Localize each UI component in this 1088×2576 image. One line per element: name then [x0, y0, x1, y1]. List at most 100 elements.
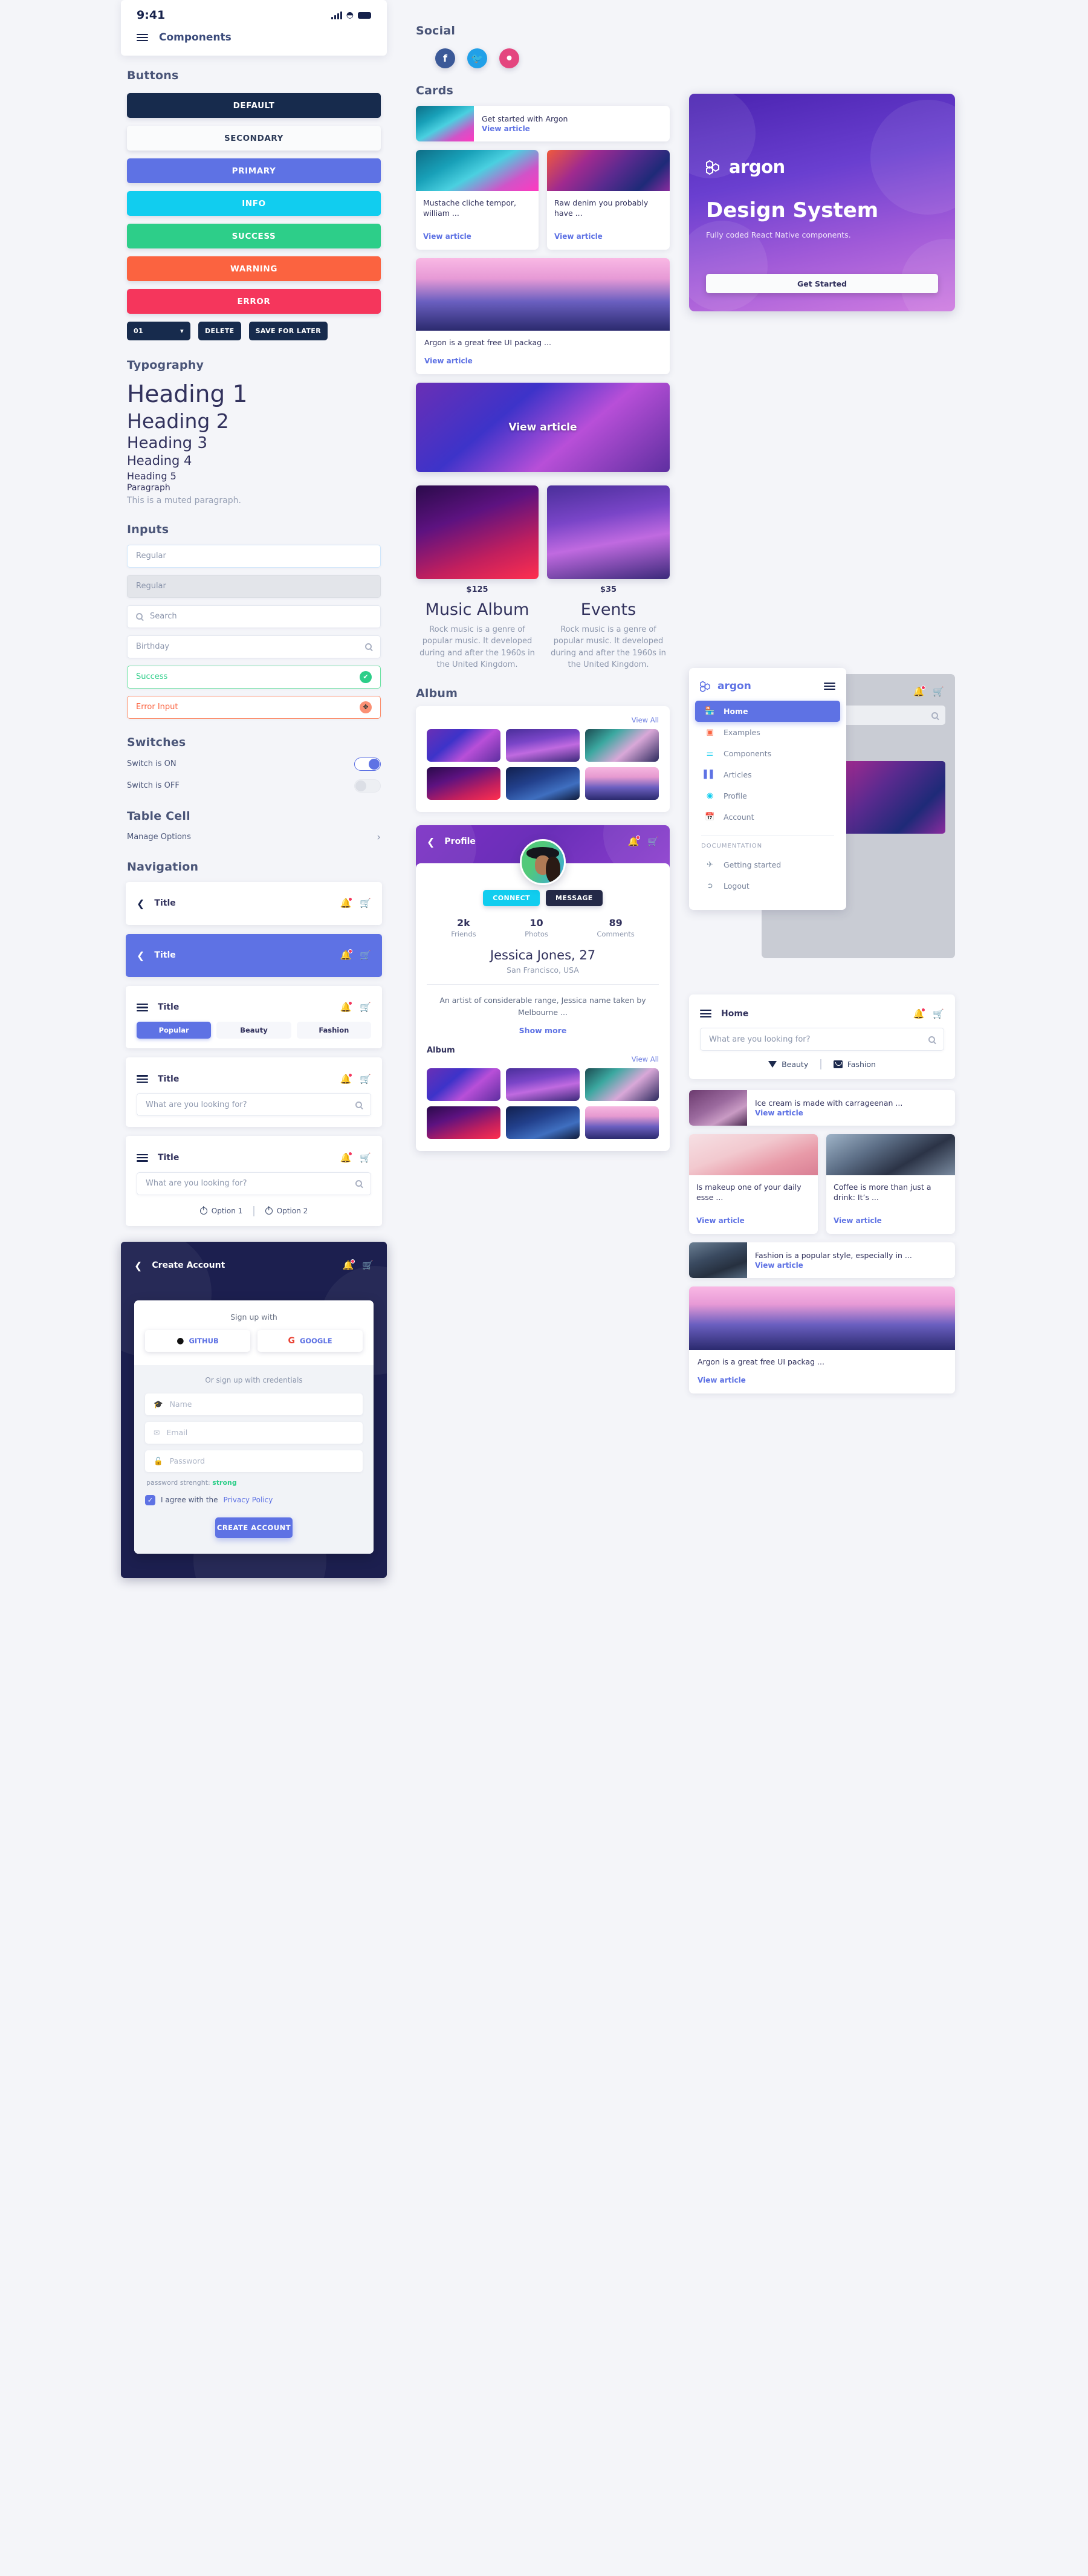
home-search-input[interactable]: What are you looking for?	[700, 1028, 944, 1051]
error-input[interactable]: Error Input ✥	[127, 695, 381, 719]
feed-card-ice-cream[interactable]: Ice cream is made with carrageenan ... V…	[689, 1090, 955, 1126]
switch-on-toggle[interactable]	[354, 757, 381, 771]
view-all-link[interactable]: View All	[632, 716, 659, 724]
album-tile[interactable]	[427, 767, 500, 800]
sidebar-item-articles[interactable]: ▌▌ Articles	[695, 764, 840, 785]
view-article-link[interactable]: View article	[696, 1216, 745, 1225]
bell-icon[interactable]: 🔔	[340, 897, 353, 909]
manage-options-row[interactable]: Manage Options ›	[121, 831, 387, 843]
card-raw-denim[interactable]: Raw denim you probably have ... View art…	[547, 149, 670, 250]
dribbble-button[interactable]: ⚫	[499, 48, 519, 68]
regular-input[interactable]: Regular	[127, 544, 381, 568]
back-icon[interactable]: ❮	[134, 1260, 142, 1271]
category-fashion[interactable]: Fashion	[833, 1060, 876, 1069]
privacy-policy-link[interactable]: Privacy Policy	[224, 1496, 273, 1504]
back-icon[interactable]: ❮	[137, 950, 144, 961]
tab-fashion[interactable]: Fashion	[296, 1022, 371, 1039]
album-tile[interactable]	[585, 1106, 659, 1139]
password-field[interactable]: 🔓 Password	[145, 1450, 363, 1472]
album-tile[interactable]	[506, 1068, 580, 1101]
bell-icon[interactable]: 🔔	[913, 686, 926, 697]
delete-button[interactable]: DELETE	[198, 322, 241, 340]
view-article-link[interactable]: View article	[698, 1376, 746, 1384]
album-tile[interactable]	[506, 1106, 580, 1139]
save-for-later-button[interactable]: SAVE FOR LATER	[248, 322, 328, 340]
basket-icon[interactable]: 🛒	[360, 1074, 371, 1085]
bell-icon[interactable]: 🔔	[340, 1072, 353, 1085]
basket-icon[interactable]: 🛒	[360, 1152, 371, 1163]
basket-icon[interactable]: 🛒	[362, 1260, 374, 1271]
card-get-started[interactable]: Get started with Argon View article	[416, 106, 670, 141]
basket-icon[interactable]: 🛒	[933, 686, 944, 697]
album-tile[interactable]	[585, 728, 659, 762]
tab-beauty[interactable]: Beauty	[216, 1022, 291, 1039]
view-article-link[interactable]: View article	[755, 1261, 947, 1270]
album-tile[interactable]	[585, 1068, 659, 1101]
success-button[interactable]: SUCCESS	[127, 224, 381, 248]
category-beauty[interactable]: Beauty	[768, 1060, 808, 1069]
message-button[interactable]: MESSAGE	[546, 889, 603, 906]
feed-card-fashion[interactable]: Fashion is a popular style, especially i…	[689, 1242, 955, 1278]
sidebar-item-home[interactable]: 🏪 Home	[695, 701, 840, 722]
success-input[interactable]: Success ✔	[127, 665, 381, 689]
hamburger-icon[interactable]	[137, 1073, 148, 1085]
back-icon[interactable]: ❮	[427, 836, 435, 848]
basket-icon[interactable]: 🛒	[933, 1008, 944, 1019]
list-icon[interactable]	[137, 1152, 148, 1163]
basket-icon[interactable]: 🛒	[360, 1002, 371, 1013]
tab-popular[interactable]: Popular	[137, 1022, 212, 1039]
view-article-link[interactable]: View article	[834, 1216, 882, 1225]
album-tile[interactable]	[427, 1068, 500, 1101]
default-button[interactable]: DEFAULT	[127, 93, 381, 118]
feed-card-coffee[interactable]: Coffee is more than just a drink: It’s .…	[826, 1134, 955, 1234]
agree-checkbox[interactable]: ✓	[145, 1494, 155, 1505]
view-article-link[interactable]: View article	[755, 1109, 947, 1117]
switch-off-toggle[interactable]	[354, 779, 381, 793]
bell-icon[interactable]: 🔔	[340, 949, 353, 961]
nav-search-input-2[interactable]: What are you looking for?	[137, 1172, 371, 1195]
get-started-button[interactable]: Get Started	[706, 274, 938, 293]
nav-search-input[interactable]: What are you looking for?	[137, 1093, 371, 1117]
show-more-link[interactable]: Show more	[427, 1026, 659, 1035]
sidebar-item-examples[interactable]: ▣ Examples	[695, 722, 840, 743]
github-button[interactable]: ● GITHUB	[145, 1329, 250, 1352]
bell-icon[interactable]: 🔔	[343, 1259, 355, 1271]
birthday-input[interactable]: Birthday	[127, 635, 381, 658]
sidebar-item-profile[interactable]: ◉ Profile	[695, 785, 840, 806]
album-tile[interactable]	[585, 767, 659, 800]
connect-button[interactable]: CONNECT	[483, 889, 540, 906]
info-button[interactable]: INFO	[127, 191, 381, 216]
album-tile[interactable]	[427, 728, 500, 762]
sidebar-item-components[interactable]: ⚌ Components	[695, 743, 840, 764]
view-article-link[interactable]: View article	[554, 232, 603, 241]
view-article-link[interactable]: View article	[424, 357, 473, 365]
bell-icon[interactable]: 🔔	[913, 1007, 926, 1019]
sidebar-item-account[interactable]: 📅 Account	[695, 806, 840, 828]
error-button[interactable]: ERROR	[127, 289, 381, 314]
album-tile[interactable]	[427, 1106, 500, 1139]
card-overlay-view-article[interactable]: View article	[416, 382, 670, 472]
secondary-button[interactable]: SECONDARY	[127, 126, 381, 151]
create-account-button[interactable]: CREATE ACCOUNT	[215, 1517, 293, 1538]
feed-card-argon[interactable]: Argon is a great free UI packag ... View…	[689, 1286, 955, 1393]
twitter-button[interactable]: 🐦	[467, 48, 487, 68]
primary-button[interactable]: PRIMARY	[127, 158, 381, 183]
card-mustache[interactable]: Mustache cliche tempor, william ... View…	[416, 149, 539, 250]
view-article-link[interactable]: View article	[423, 232, 471, 241]
back-icon[interactable]: ❮	[137, 898, 144, 909]
view-all-link[interactable]: View All	[632, 1055, 659, 1063]
option-2[interactable]: Option 2	[265, 1207, 308, 1215]
warning-button[interactable]: WARNING	[127, 256, 381, 281]
email-field[interactable]: ✉ Email	[145, 1421, 363, 1444]
google-button[interactable]: G GOOGLE	[257, 1329, 363, 1352]
bell-icon[interactable]: 🔔	[340, 1152, 353, 1163]
album-tile[interactable]	[506, 728, 580, 762]
facebook-button[interactable]: f	[435, 48, 455, 68]
quantity-select[interactable]: 01 ▾	[127, 322, 190, 340]
basket-icon[interactable]: 🛒	[360, 898, 371, 909]
feed-card-makeup[interactable]: Is makeup one of your daily esse ... Vie…	[689, 1134, 818, 1234]
view-article-link[interactable]: View article	[482, 125, 662, 133]
bell-icon[interactable]: 🔔	[628, 835, 641, 847]
hamburger-icon[interactable]	[700, 1008, 711, 1019]
sidebar-item-logout[interactable]: ➲ Logout	[695, 875, 840, 897]
